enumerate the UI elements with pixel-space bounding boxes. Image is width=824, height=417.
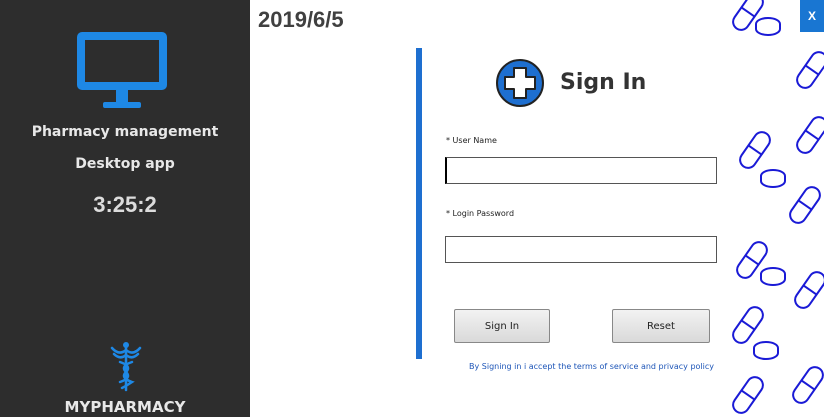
username-label: * User Name [446,136,497,145]
app-title-line1: Pharmacy management [31,124,219,140]
pill-capsule-icon [728,0,824,417]
password-input[interactable] [445,236,717,263]
accent-bar [416,48,422,359]
signin-button[interactable]: Sign In [454,309,550,343]
brand-name: MYPHARMACY [64,398,186,416]
password-label: * Login Password [446,209,515,218]
clock: 3:25:2 [93,192,157,217]
caduceus-icon [110,342,142,392]
current-date: 2019/6/5 [258,7,344,32]
medical-cross-icon [496,59,544,107]
reset-button[interactable]: Reset [612,309,710,343]
monitor-icon [77,32,167,108]
terms-link[interactable]: By Signing in i accept the terms of serv… [469,362,714,371]
app-title-line2: Desktop app [75,156,175,172]
sidebar: Pharmacy management Desktop app 3:25:2 M… [0,0,250,417]
close-button[interactable]: X [800,0,824,32]
form-title: Sign In [560,70,647,95]
username-input[interactable] [445,157,717,184]
